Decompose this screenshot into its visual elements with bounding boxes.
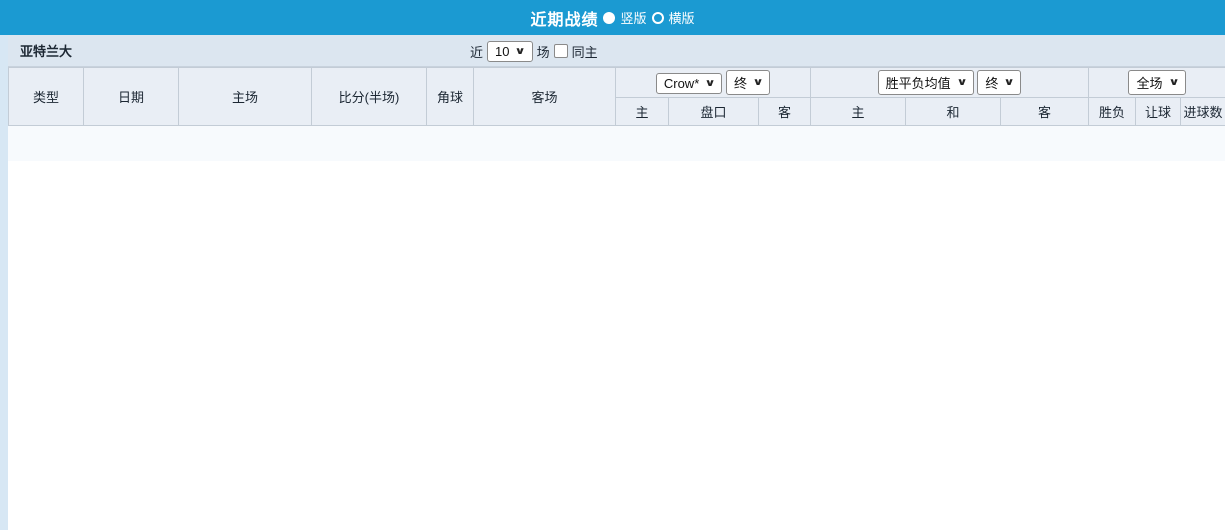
col-header-date: 日期 <box>83 67 179 126</box>
avg-type-select[interactable]: 胜平负均值 <box>877 70 974 95</box>
sub-header-odds-home: 主 <box>615 97 669 126</box>
avg-time-select[interactable]: 终 <box>977 70 1022 95</box>
matches-label: 场 <box>536 44 550 60</box>
chevron-down-icon <box>1004 77 1015 88</box>
content-area: 亚特兰大 近 10 场 同主 类型 日期 主场 <box>8 35 1225 530</box>
filter-bar: 亚特兰大 近 10 场 同主 <box>8 35 1225 67</box>
same-home-checkbox[interactable] <box>553 44 568 58</box>
sub-header-goals: 进球数 <box>1180 97 1225 126</box>
odds-group-header: Crow* 终 <box>614 67 812 98</box>
chevron-down-icon <box>752 77 763 88</box>
same-home-label: 同主 <box>571 44 598 60</box>
col-header-home: 主场 <box>178 67 312 126</box>
chevron-down-icon <box>515 46 526 57</box>
titlebar: 近期战绩 竖版 横版 <box>0 0 1225 35</box>
sub-header-wdl: 胜负 <box>1088 97 1137 126</box>
filter-controls: 近 10 场 同主 <box>470 35 602 67</box>
match-count-select[interactable]: 10 <box>487 40 533 62</box>
layout-option-vertical[interactable]: 竖版 <box>620 8 646 27</box>
avg-group-header: 胜平负均值 终 <box>810 67 1090 98</box>
summary-footer <box>8 126 1225 161</box>
radio-selected-icon[interactable] <box>603 11 616 24</box>
sub-header-avg-home: 主 <box>810 97 907 126</box>
col-header-score: 比分(半场) <box>311 67 427 126</box>
bookmaker-select[interactable]: Crow* <box>655 73 723 94</box>
chevron-down-icon <box>1168 77 1179 88</box>
scope-select[interactable]: 全场 <box>1128 70 1186 95</box>
sub-header-odds-away: 客 <box>757 97 812 126</box>
results-table: 类型 日期 主场 比分(半场) 角球 客场 Crow* 终 胜平负均值 终 <box>8 67 1225 126</box>
col-header-away: 客场 <box>473 67 616 126</box>
near-label: 近 <box>470 44 484 60</box>
layout-option-horizontal[interactable]: 横版 <box>669 8 695 27</box>
page: 近期战绩 竖版 横版 亚特兰大 近 10 场 同主 <box>0 0 1225 530</box>
col-header-type: 类型 <box>8 67 84 126</box>
sub-header-handicap-result: 让球 <box>1135 97 1182 126</box>
result-group-header: 全场 <box>1088 67 1225 98</box>
sub-header-avg-draw: 和 <box>905 97 1002 126</box>
odds-time-select[interactable]: 终 <box>726 70 771 95</box>
page-title: 近期战绩 <box>530 11 599 29</box>
radio-unselected-icon[interactable] <box>651 11 664 24</box>
team-name: 亚特兰大 <box>20 44 73 59</box>
sub-header-avg-away: 客 <box>1000 97 1090 126</box>
chevron-down-icon <box>705 78 716 89</box>
col-header-corner: 角球 <box>426 67 474 126</box>
sub-header-handicap: 盘口 <box>668 97 759 126</box>
chevron-down-icon <box>956 77 967 88</box>
